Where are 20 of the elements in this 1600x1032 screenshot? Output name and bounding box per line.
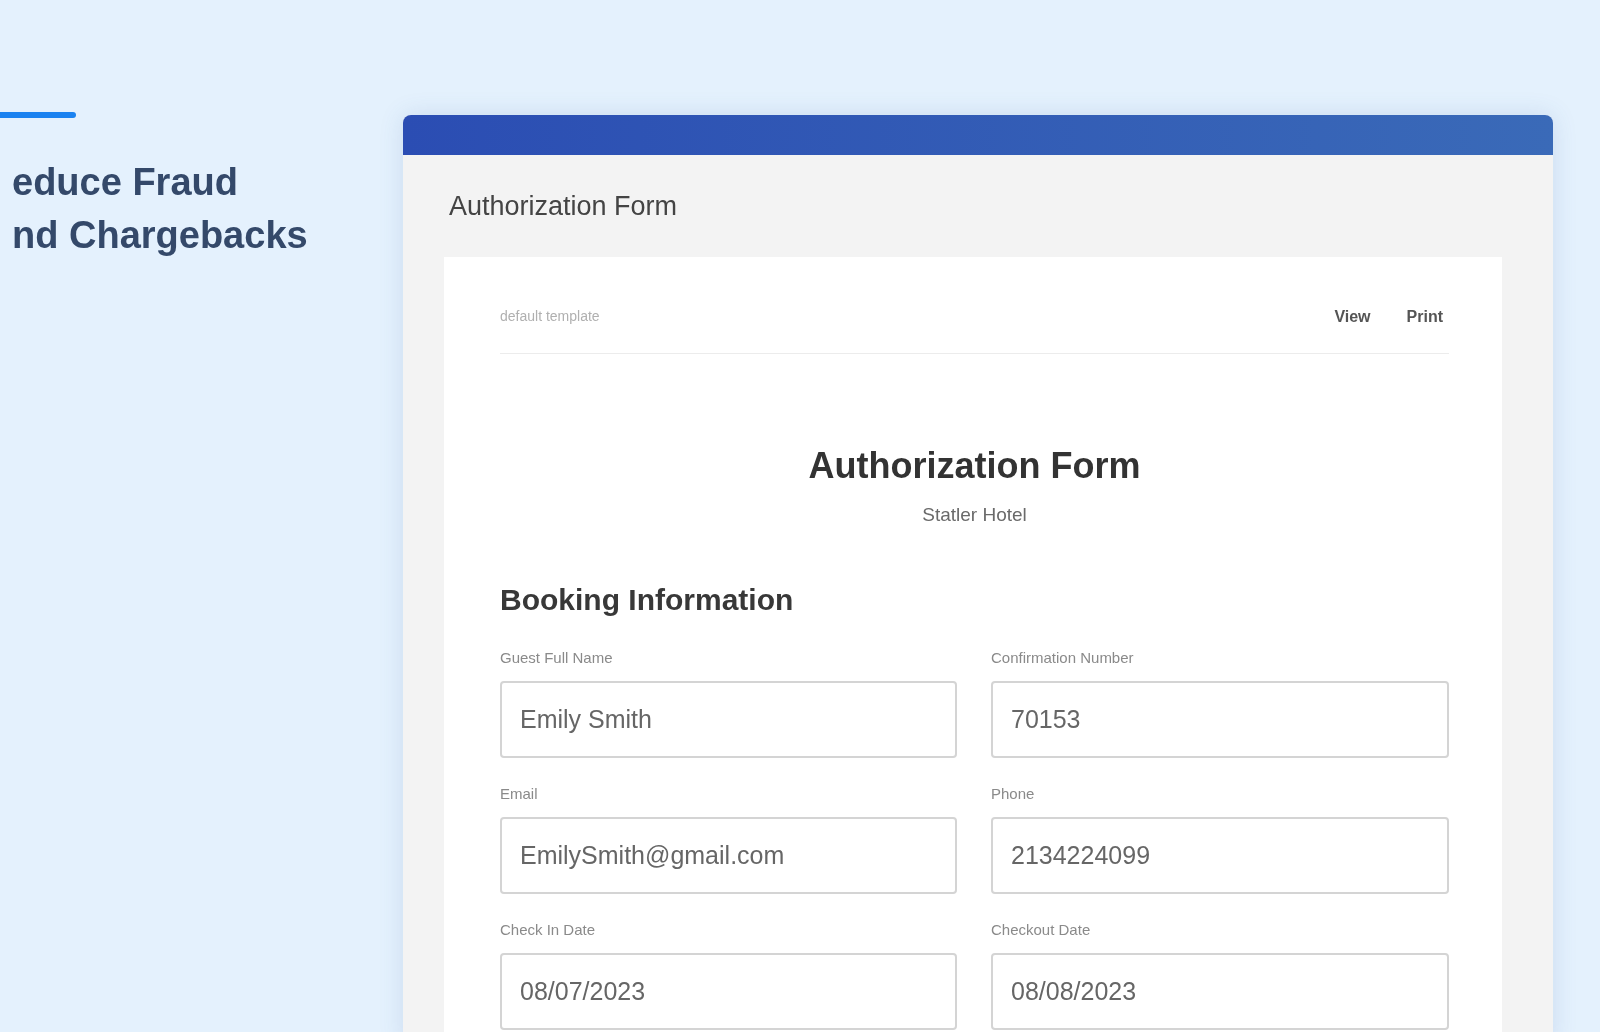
toolbar-link[interactable]: Print	[1400, 304, 1449, 329]
field-label: Confirmation Number	[991, 648, 1135, 669]
form-subtitle: Statler Hotel	[922, 504, 1027, 526]
heading: educe Fraud nd Chargebacks	[11, 160, 309, 258]
field-label: Guest Full Name	[500, 648, 614, 669]
section-heading: Booking Information	[500, 583, 794, 617]
form-title: Authorization Form	[808, 445, 1141, 487]
panel-title: Authorization Form	[449, 191, 678, 222]
field-label: Phone	[991, 784, 1036, 805]
field-label: Check In Date	[500, 920, 597, 941]
input-field[interactable]: 2134224099	[991, 817, 1449, 895]
field-label: Email	[500, 784, 539, 805]
toolbar-link[interactable]: View	[1328, 304, 1377, 329]
template-name: default template	[500, 307, 600, 327]
input-field[interactable]: 08/08/2023	[991, 953, 1449, 1031]
input-field[interactable]: 70153	[991, 681, 1449, 759]
field-label: Checkout Date	[991, 920, 1092, 941]
input-field[interactable]: EmilySmith@gmail.com	[500, 817, 957, 895]
input-field[interactable]: 08/07/2023	[500, 953, 957, 1031]
input-field[interactable]: Emily Smith	[500, 681, 957, 759]
